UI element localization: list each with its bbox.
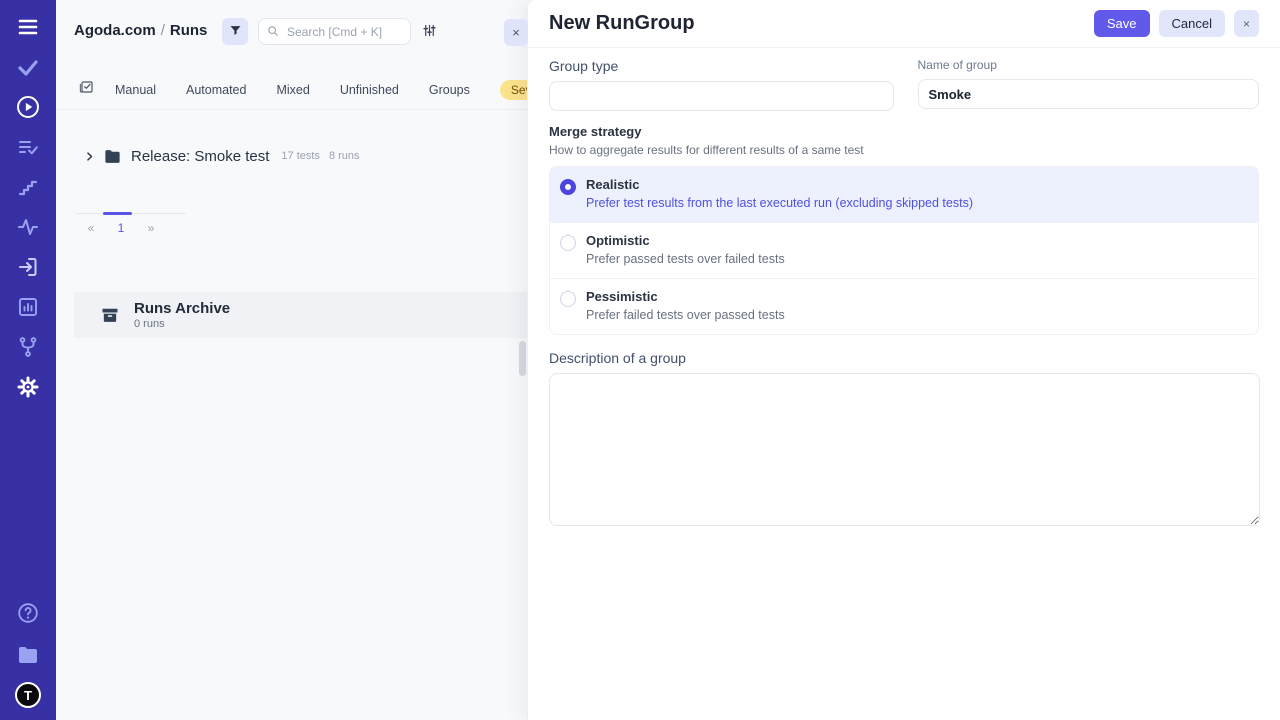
group-type-label: Group type	[549, 58, 894, 74]
sidebar-item-tests[interactable]	[14, 54, 42, 80]
radio-pessimistic[interactable]	[560, 291, 576, 307]
sliders-icon	[422, 23, 437, 41]
scrollbar-thumb[interactable]	[519, 341, 526, 376]
runs-archive-row[interactable]: Runs Archive 0 runs	[74, 292, 527, 338]
runs-count: 8 runs	[329, 150, 360, 162]
chevron-right-icon[interactable]	[84, 151, 95, 162]
sidebar-item-import[interactable]	[14, 254, 42, 280]
save-button[interactable]: Save	[1094, 10, 1150, 37]
option-label: Realistic	[586, 177, 973, 192]
drawer-header: New RunGroup Save Cancel ×	[528, 0, 1280, 48]
folder-icon	[103, 147, 122, 166]
profile-avatar[interactable]: T	[15, 682, 41, 708]
pagination-active-indicator	[103, 212, 132, 215]
sidebar-item-projects[interactable]	[14, 642, 42, 668]
bar-chart-icon	[16, 295, 40, 319]
name-of-group-input[interactable]	[918, 79, 1260, 109]
activity-icon	[16, 215, 40, 239]
pagination-track	[76, 213, 186, 215]
funnel-icon	[228, 23, 243, 41]
option-label: Pessimistic	[586, 289, 785, 304]
menu-icon	[16, 15, 40, 39]
run-group-row[interactable]: Release: Smoke test 17 tests 8 runs	[56, 142, 527, 170]
gear-icon	[16, 375, 40, 399]
runs-panel-header: Agoda.com/Runs ×	[56, 0, 527, 62]
sidebar-item-help[interactable]	[14, 600, 42, 626]
radio-realistic[interactable]	[560, 179, 576, 195]
severity-badge[interactable]: Severity	[500, 80, 527, 100]
breadcrumb-section[interactable]: Runs	[170, 22, 208, 39]
tab-manual[interactable]: Manual	[115, 83, 156, 97]
filter-button[interactable]	[222, 18, 248, 45]
breadcrumb-project[interactable]: Agoda.com	[74, 22, 156, 39]
pagination-next-button[interactable]: »	[136, 221, 166, 235]
merge-strategy-options: Realistic Prefer test results from the l…	[549, 166, 1259, 335]
help-icon	[16, 601, 40, 625]
new-rungroup-drawer: New RunGroup Save Cancel × Group type Na…	[527, 0, 1280, 720]
list-check-icon	[16, 135, 40, 159]
play-circle-icon	[15, 94, 41, 120]
sidebar-item-menu[interactable]	[14, 14, 42, 40]
merge-strategy-hint: How to aggregate results for different r…	[549, 143, 1259, 157]
app-sidebar: T	[0, 0, 56, 720]
group-type-input[interactable]	[549, 81, 894, 111]
tab-mixed[interactable]: Mixed	[276, 83, 309, 97]
panel-close-button[interactable]: ×	[504, 19, 528, 46]
stairs-icon	[16, 175, 40, 199]
radio-optimistic[interactable]	[560, 235, 576, 251]
merge-option-realistic[interactable]: Realistic Prefer test results from the l…	[550, 167, 1258, 222]
name-of-group-label: Name of group	[918, 58, 1260, 72]
check-icon	[16, 55, 40, 79]
runs-panel: Agoda.com/Runs × Manual Automated Mixed …	[56, 0, 527, 720]
cancel-button[interactable]: Cancel	[1159, 10, 1225, 37]
archive-title: Runs Archive	[134, 300, 230, 317]
archive-count: 0 runs	[134, 318, 230, 330]
sidebar-item-branches[interactable]	[14, 334, 42, 360]
archive-box-icon	[100, 305, 120, 325]
drawer-body: Group type Name of group Merge strategy …	[528, 48, 1280, 531]
tab-unfinished[interactable]: Unfinished	[340, 83, 399, 97]
breadcrumb-separator: /	[156, 22, 170, 39]
sidebar-item-analytics[interactable]	[14, 294, 42, 320]
option-description: Prefer test results from the last execut…	[586, 196, 973, 210]
sidebar-item-pulse[interactable]	[14, 214, 42, 240]
pagination-prev-button[interactable]: «	[76, 221, 106, 235]
drawer-title: New RunGroup	[549, 12, 1094, 35]
sidebar-item-test-plans[interactable]	[14, 134, 42, 160]
sidebar-item-milestones[interactable]	[14, 174, 42, 200]
sidebar-item-settings[interactable]	[14, 374, 42, 400]
breadcrumb: Agoda.com/Runs	[74, 22, 207, 39]
filter-tabs: Manual Automated Mixed Unfinished Groups…	[56, 70, 527, 110]
search-box	[258, 18, 411, 45]
tab-groups[interactable]: Groups	[429, 83, 470, 97]
adjustments-button[interactable]	[418, 21, 440, 43]
description-textarea[interactable]	[549, 373, 1260, 526]
sidebar-item-runs[interactable]	[14, 94, 42, 120]
merge-option-optimistic[interactable]: Optimistic Prefer passed tests over fail…	[550, 222, 1258, 278]
merge-strategy-label: Merge strategy	[549, 124, 1259, 139]
import-icon	[16, 255, 40, 279]
merge-option-pessimistic[interactable]: Pessimistic Prefer failed tests over pas…	[550, 278, 1258, 334]
tab-automated[interactable]: Automated	[186, 83, 246, 97]
option-description: Prefer passed tests over failed tests	[586, 252, 785, 266]
close-drawer-button[interactable]: ×	[1234, 10, 1259, 37]
pagination-page-1[interactable]: 1	[106, 221, 136, 235]
select-runs-button[interactable]	[78, 79, 94, 100]
folder-icon	[16, 643, 40, 667]
tests-count: 17 tests	[281, 150, 320, 162]
run-group-name: Release: Smoke test	[131, 148, 269, 165]
option-label: Optimistic	[586, 233, 785, 248]
branch-icon	[16, 335, 40, 359]
search-input[interactable]	[258, 18, 411, 45]
option-description: Prefer failed tests over passed tests	[586, 308, 785, 322]
pagination: « 1 »	[76, 213, 186, 235]
checkbox-check-icon	[78, 79, 94, 100]
description-label: Description of a group	[549, 350, 1259, 366]
